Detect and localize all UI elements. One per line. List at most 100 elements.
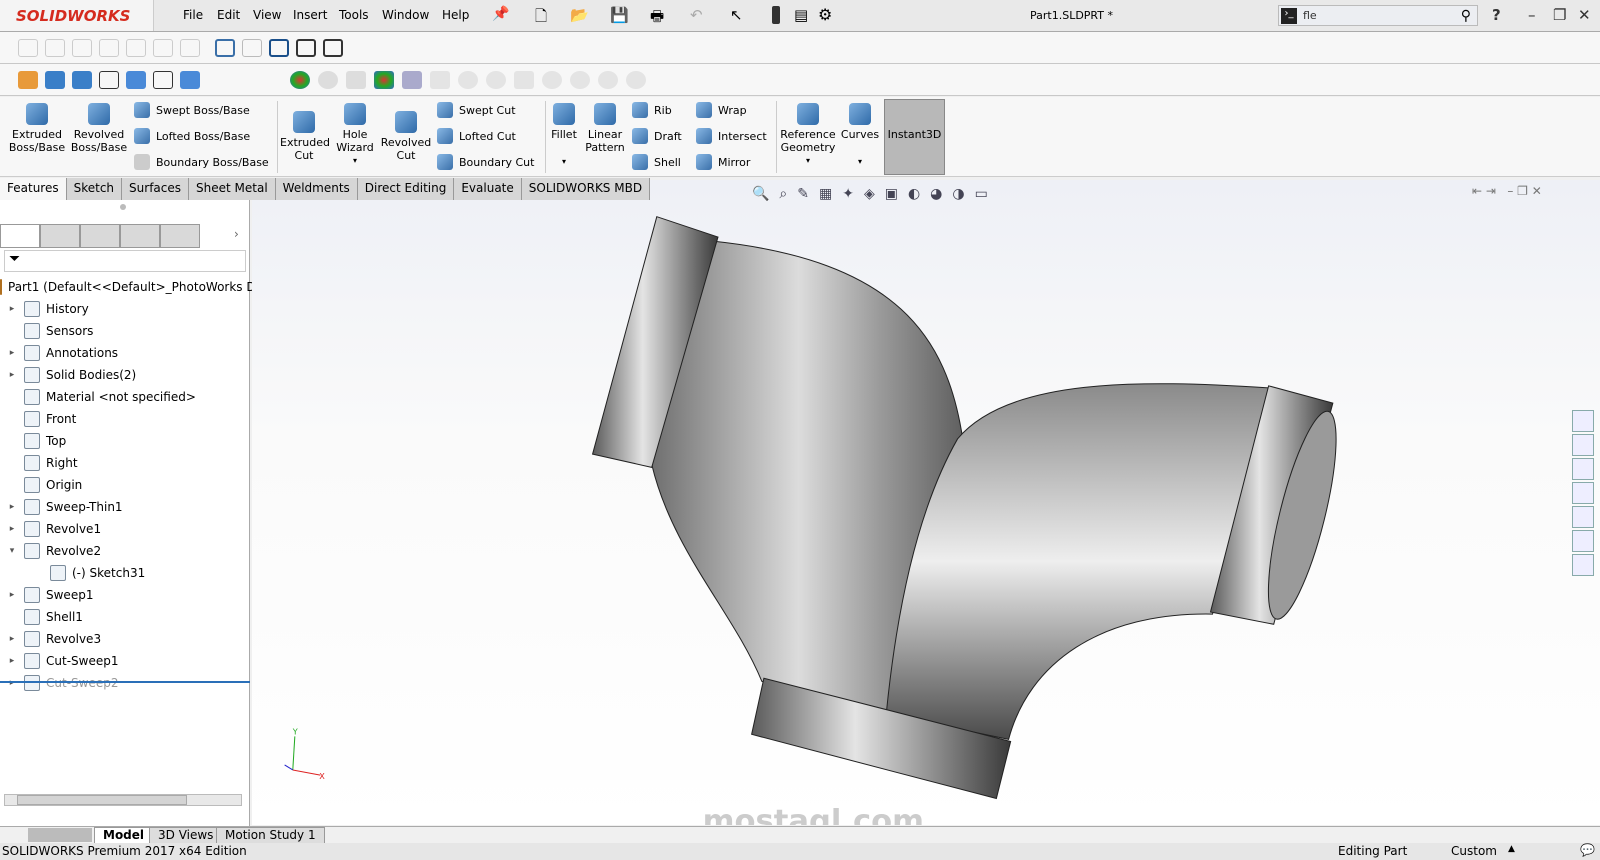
search-box[interactable]: ›_ fle ⚲: [1278, 5, 1478, 26]
linear-pattern-button[interactable]: Linear Pattern: [582, 103, 628, 154]
tree-item[interactable]: Right: [0, 452, 250, 474]
featuremanager-tab-icon[interactable]: [0, 224, 40, 248]
minimize-button[interactable]: –: [1528, 6, 1536, 24]
panel-grip[interactable]: [120, 204, 126, 210]
expand-arrow-icon[interactable]: ▸: [0, 634, 24, 644]
mirror-button[interactable]: Mirror: [696, 154, 750, 170]
propertymanager-tab-icon[interactable]: [40, 224, 80, 248]
expand-arrow-icon[interactable]: ▸: [0, 370, 24, 380]
expand-arrow-icon[interactable]: ▸: [0, 656, 24, 666]
view-left-icon[interactable]: [72, 39, 92, 57]
tolerance-icon[interactable]: [153, 71, 173, 89]
view-palette-icon[interactable]: [1572, 482, 1594, 504]
menu-tools[interactable]: Tools: [339, 8, 369, 22]
tree-item[interactable]: ▸ Cut-Sweep2: [0, 672, 250, 694]
menu-file[interactable]: File: [183, 8, 203, 22]
restore-button[interactable]: ❐: [1553, 6, 1566, 24]
tab-sketch[interactable]: Sketch: [66, 178, 123, 200]
tree-item[interactable]: ▸ Revolve1: [0, 518, 250, 540]
sketch-icon[interactable]: [215, 39, 235, 57]
units-selector[interactable]: Custom: [1451, 844, 1497, 858]
help-icon[interactable]: ?: [1492, 6, 1501, 24]
recall-render-icon[interactable]: [542, 71, 562, 89]
quick-tips-icon[interactable]: 💬: [1580, 843, 1595, 857]
view-top-icon[interactable]: [126, 39, 146, 57]
filter-box[interactable]: ⏷: [4, 250, 246, 272]
edit-appearance-icon[interactable]: [374, 71, 394, 89]
tab-motion-study[interactable]: Motion Study 1: [216, 827, 325, 844]
dimxpert-tab-icon[interactable]: [120, 224, 160, 248]
edit-scene-icon[interactable]: [402, 71, 422, 89]
balloon-icon[interactable]: [180, 71, 200, 89]
tree-item[interactable]: ▾ Revolve2: [0, 540, 250, 562]
pin-icon[interactable]: 📌: [492, 6, 509, 22]
move-icon[interactable]: [269, 39, 289, 57]
close-button[interactable]: ✕: [1578, 6, 1591, 24]
home-icon[interactable]: [1572, 410, 1594, 432]
appearances-icon[interactable]: [1572, 506, 1594, 528]
edit-component-icon[interactable]: [242, 39, 262, 57]
tab-sheet-metal[interactable]: Sheet Metal: [189, 178, 276, 200]
search-icon[interactable]: ⚲: [1461, 8, 1471, 24]
revolved-cut-button[interactable]: Revolved Cut: [380, 111, 432, 162]
tab-solidworks-mbd[interactable]: SOLIDWORKS MBD: [521, 178, 651, 200]
print-icon[interactable]: 🖶: [650, 6, 664, 31]
tree-item[interactable]: ▸ Solid Bodies(2): [0, 364, 250, 386]
window-tile-icon[interactable]: [323, 39, 343, 57]
menu-view[interactable]: View: [253, 8, 281, 22]
dimxpert-icon[interactable]: [45, 71, 65, 89]
horizontal-scrollbar[interactable]: [4, 794, 242, 806]
tree-item[interactable]: Shell1: [0, 606, 250, 628]
datum-icon[interactable]: [72, 71, 92, 89]
open-icon[interactable]: 📂: [570, 6, 589, 24]
final-render-icon[interactable]: [486, 71, 506, 89]
swept-cut-button[interactable]: Swept Cut: [437, 102, 516, 118]
view-front-icon[interactable]: [18, 39, 38, 57]
tree-item[interactable]: ▸ History: [0, 298, 250, 320]
select-icon[interactable]: ↖: [730, 6, 743, 24]
reference-geometry-button[interactable]: Reference Geometry ▾: [780, 103, 836, 167]
note-icon[interactable]: [126, 71, 146, 89]
chevron-right-icon[interactable]: ›: [234, 227, 239, 241]
intersect-button[interactable]: Intersect: [696, 128, 767, 144]
expand-arrow-icon[interactable]: ▸: [0, 304, 24, 314]
scene-icon[interactable]: [346, 71, 366, 89]
tree-item[interactable]: (-) Sketch31: [0, 562, 250, 584]
model-pipe-fitting[interactable]: YX mostaql.com: [252, 180, 1600, 839]
search-input[interactable]: fle: [1303, 9, 1461, 22]
tree-item[interactable]: Front: [0, 408, 250, 430]
window-cascade-icon[interactable]: [296, 39, 316, 57]
file-explorer-icon[interactable]: [1572, 458, 1594, 480]
view-back-icon[interactable]: [45, 39, 65, 57]
design-library-icon[interactable]: [1572, 434, 1594, 456]
revolved-boss-button[interactable]: Revolved Boss/Base: [70, 103, 128, 154]
heads-up-view-toolbar[interactable]: 🔍⌕✎▦✦◈▣◐◕◑▭: [752, 186, 998, 202]
tree-item[interactable]: ▸ Revolve3: [0, 628, 250, 650]
view-bottom-icon[interactable]: [153, 39, 173, 57]
tab-model[interactable]: Model: [94, 827, 154, 844]
boundary-boss-button[interactable]: Boundary Boss/Base: [134, 154, 269, 170]
lofted-boss-button[interactable]: Lofted Boss/Base: [134, 128, 250, 144]
undo-icon[interactable]: ↶: [690, 6, 703, 24]
rebuild-icon[interactable]: [772, 6, 780, 24]
tab-scroll-arrows[interactable]: [28, 828, 92, 842]
curves-button[interactable]: Curves ▾: [840, 103, 880, 168]
render-region-icon[interactable]: [430, 71, 450, 89]
tab-direct-editing[interactable]: Direct Editing: [357, 178, 455, 200]
file-properties-icon[interactable]: ▤: [794, 6, 808, 24]
tree-item[interactable]: ▸ Sweep-Thin1: [0, 496, 250, 518]
viewport-minimize-button[interactable]: ⇤ ⇥ – ❐ ✕: [1472, 184, 1542, 198]
menu-help[interactable]: Help: [442, 8, 469, 22]
save-icon[interactable]: 💾: [610, 6, 629, 24]
tree-item[interactable]: Sensors: [0, 320, 250, 342]
lofted-cut-button[interactable]: Lofted Cut: [437, 128, 516, 144]
tree-item[interactable]: ▸ Cut-Sweep1: [0, 650, 250, 672]
menu-edit[interactable]: Edit: [217, 8, 240, 22]
extruded-cut-button[interactable]: Extruded Cut: [280, 111, 330, 162]
decal-icon[interactable]: [318, 71, 338, 89]
shell-button[interactable]: Shell: [632, 154, 681, 170]
tab-surfaces[interactable]: Surfaces: [122, 178, 190, 200]
tab-3d-views[interactable]: 3D Views: [149, 827, 223, 844]
tree-item[interactable]: ▸ Annotations: [0, 342, 250, 364]
wrap-button[interactable]: Wrap: [696, 102, 747, 118]
